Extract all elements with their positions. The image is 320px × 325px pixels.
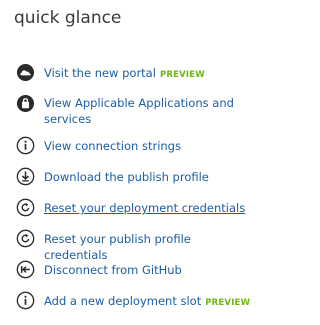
disconnect-github-link[interactable]: Disconnect from GitHub — [44, 263, 182, 277]
info-icon — [16, 136, 35, 155]
page-title: quick glance — [14, 8, 122, 28]
disconnect-icon — [16, 260, 35, 279]
visit-portal-link[interactable]: Visit the new portal — [44, 66, 156, 80]
connection-strings-link[interactable]: View connection strings — [44, 139, 181, 153]
preview-badge: PREVIEW — [159, 70, 205, 80]
applicable-apps-link[interactable]: View Applicable Applications and service… — [44, 96, 234, 126]
download-icon — [16, 167, 35, 186]
add-deployment-slot-link[interactable]: Add a new deployment slot — [44, 294, 201, 308]
preview-badge: PREVIEW — [205, 298, 251, 308]
info-icon — [16, 291, 35, 310]
reset-deployment-credentials-link[interactable]: Reset your deployment credentials — [44, 201, 245, 215]
cloud-icon — [16, 63, 35, 82]
refresh-icon — [16, 229, 35, 248]
shopping-bag-icon — [16, 94, 35, 113]
refresh-icon — [16, 198, 35, 217]
download-profile-link[interactable]: Download the publish profile — [44, 170, 209, 184]
reset-publish-credentials-link[interactable]: Reset your publish profile credentials — [44, 232, 191, 262]
